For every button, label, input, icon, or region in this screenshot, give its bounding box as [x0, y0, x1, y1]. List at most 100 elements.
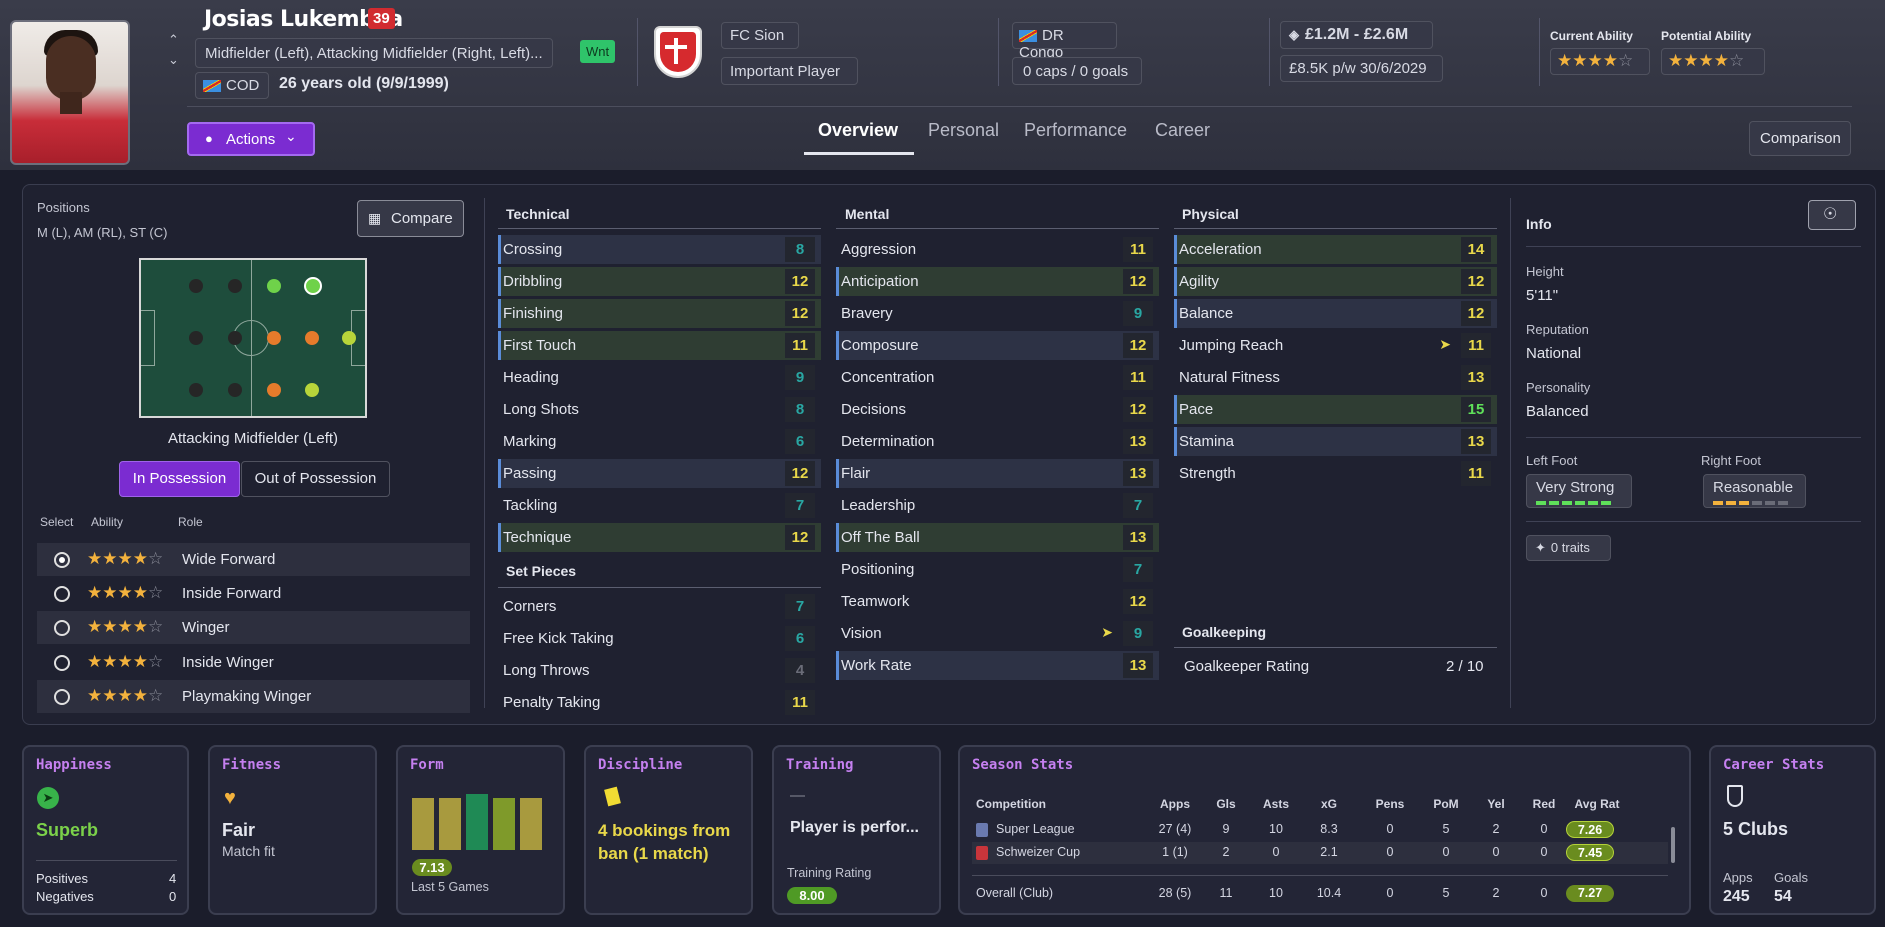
role-row[interactable]: ★★★★☆ Wide Forward [37, 543, 470, 576]
form-card[interactable]: Form 7.13 Last 5 Games [396, 745, 565, 915]
out-of-possession-toggle[interactable]: Out of Possession [241, 461, 390, 497]
role-radio[interactable] [54, 688, 70, 705]
attribute-row[interactable]: Long Shots 8 [498, 395, 821, 424]
fitness-card[interactable]: Fitness ♥ Fair Match fit [208, 745, 377, 915]
attribute-row[interactable]: Natural Fitness 13 [1174, 363, 1497, 392]
actions-button[interactable]: ● Actions ⌄ [187, 122, 315, 156]
attribute-row[interactable]: Technique 12 [498, 523, 821, 552]
compare-button[interactable]: ▦ Compare [357, 200, 464, 237]
role-radio[interactable] [54, 654, 70, 671]
season-header: Asts [1262, 797, 1289, 811]
value-range[interactable]: ◈ £1.2M - £2.6M [1280, 21, 1433, 49]
attribute-row[interactable]: Strength 11 [1174, 459, 1497, 488]
role-radio[interactable] [54, 620, 70, 637]
discipline-card[interactable]: Discipline 4 bookings from ban (1 match) [584, 745, 753, 915]
role-name: Wide Forward [182, 551, 276, 568]
season-cell: 2 [1492, 822, 1500, 836]
attribute-row[interactable]: Flair 13 [836, 459, 1159, 488]
profile-button[interactable]: ☉ [1808, 200, 1856, 230]
chevron-up-icon[interactable]: ⌃ [168, 32, 179, 48]
happiness-card[interactable]: Happiness ➤ Superb Positives 4 Negatives… [22, 745, 189, 915]
scrollbar[interactable] [1671, 827, 1675, 863]
in-possession-toggle[interactable]: In Possession [119, 461, 240, 497]
negatives-count: 0 [169, 889, 177, 904]
attribute-row[interactable]: Balance 12 [1174, 299, 1497, 328]
attribute-row[interactable]: Concentration 11 [836, 363, 1159, 392]
nation-pill[interactable]: DR Congo [1012, 22, 1117, 61]
attribute-row[interactable]: Corners 7 [498, 592, 821, 621]
attribute-name: Stamina [1179, 433, 1235, 450]
highlight-bar [836, 267, 839, 296]
attribute-row[interactable]: Dribbling 12 [498, 267, 821, 296]
club-name[interactable]: FC Sion [721, 22, 799, 49]
attribute-row[interactable]: Heading 9 [498, 363, 821, 392]
attribute-value: 9 [1123, 621, 1153, 646]
attribute-row[interactable]: Passing 12 [498, 459, 821, 488]
role-row[interactable]: ★★★★☆ Inside Winger [37, 646, 470, 679]
attribute-row[interactable]: Jumping Reach ➤ 11 [1174, 331, 1497, 360]
competition-name: Super League [996, 822, 1075, 836]
height-value: 5'11" [1526, 287, 1559, 304]
avg-rating: 7.45 [1566, 844, 1614, 861]
attribute-row[interactable]: Vision ➤ 9 [836, 619, 1159, 648]
season-header: PoM [1433, 797, 1459, 811]
role-row[interactable]: ★★★★☆ Winger [37, 611, 470, 645]
attribute-row[interactable]: Finishing 12 [498, 299, 821, 328]
season-total-cell: 10 [1269, 886, 1283, 900]
role-row[interactable]: ★★★★☆ Inside Forward [37, 577, 470, 610]
tab-overview[interactable]: Overview [818, 120, 898, 141]
divider [498, 228, 821, 229]
attribute-name: Agility [1179, 273, 1220, 290]
role-radio[interactable] [54, 552, 70, 568]
role-row[interactable]: ★★★★☆ Playmaking Winger [37, 679, 470, 713]
attribute-row[interactable]: Marking 6 [498, 427, 821, 456]
season-header: Red [1532, 797, 1556, 811]
role-name: Winger [182, 619, 230, 637]
tab-personal[interactable]: Personal [928, 120, 999, 141]
attribute-row[interactable]: Bravery 9 [836, 299, 1159, 328]
attribute-row[interactable]: Aggression 11 [836, 235, 1159, 264]
attribute-row[interactable]: Off The Ball 13 [836, 523, 1159, 552]
fitness-title: Fitness [222, 757, 282, 773]
attribute-row[interactable]: Positioning 7 [836, 555, 1159, 584]
tab-career[interactable]: Career [1155, 120, 1210, 141]
club-crest-icon[interactable] [654, 26, 702, 78]
form-bar [439, 798, 461, 850]
attribute-row[interactable]: Tackling 7 [498, 491, 821, 520]
attribute-name: Corners [503, 598, 557, 615]
attribute-name: Leadership [841, 497, 916, 514]
attribute-name: Vision [841, 625, 882, 642]
attribute-row[interactable]: First Touch 11 [498, 331, 821, 360]
career-goals-label: Goals [1774, 870, 1808, 885]
season-stats-card[interactable]: Season Stats Competition Apps Gls Asts xG Pen… [958, 745, 1691, 915]
attribute-name: Penalty Taking [503, 694, 601, 711]
attribute-row[interactable]: Acceleration 14 [1174, 235, 1497, 264]
traits-pill[interactable]: ✦ 0 traits [1526, 535, 1611, 561]
attribute-row[interactable]: Penalty Taking 11 [498, 688, 821, 717]
attribute-row[interactable]: Determination 13 [836, 427, 1159, 456]
attribute-row[interactable]: Pace 15 [1174, 395, 1497, 424]
attribute-row[interactable]: Work Rate 13 [836, 651, 1159, 680]
positives-label: Positives [36, 871, 89, 886]
physical-title: Physical [1182, 206, 1239, 222]
nationality-pill[interactable]: COD [195, 72, 269, 99]
attribute-row[interactable]: Free Kick Taking 6 [498, 624, 821, 653]
positions-summary[interactable]: Midfielder (Left), Attacking Midfielder … [195, 38, 553, 68]
comparison-button[interactable]: Comparison [1749, 121, 1851, 156]
attribute-row[interactable]: Decisions 12 [836, 395, 1159, 424]
chevron-down-icon[interactable]: ⌄ [168, 52, 179, 68]
attribute-row[interactable]: Teamwork 12 [836, 587, 1159, 616]
role-radio[interactable] [54, 586, 70, 603]
attribute-row[interactable]: Agility 12 [1174, 267, 1497, 296]
career-stats-card[interactable]: Career Stats 5 Clubs Apps 245 Goals 54 [1709, 745, 1876, 915]
training-card[interactable]: Training — Player is perfor... Training … [772, 745, 941, 915]
attribute-name: Long Shots [503, 401, 579, 418]
attribute-row[interactable]: Long Throws 4 [498, 656, 821, 685]
attribute-row[interactable]: Crossing 8 [498, 235, 821, 264]
attribute-value: 6 [785, 429, 815, 454]
attribute-row[interactable]: Composure 12 [836, 331, 1159, 360]
attribute-row[interactable]: Anticipation 12 [836, 267, 1159, 296]
tab-performance[interactable]: Performance [1024, 120, 1127, 141]
attribute-row[interactable]: Stamina 13 [1174, 427, 1497, 456]
attribute-row[interactable]: Leadership 7 [836, 491, 1159, 520]
